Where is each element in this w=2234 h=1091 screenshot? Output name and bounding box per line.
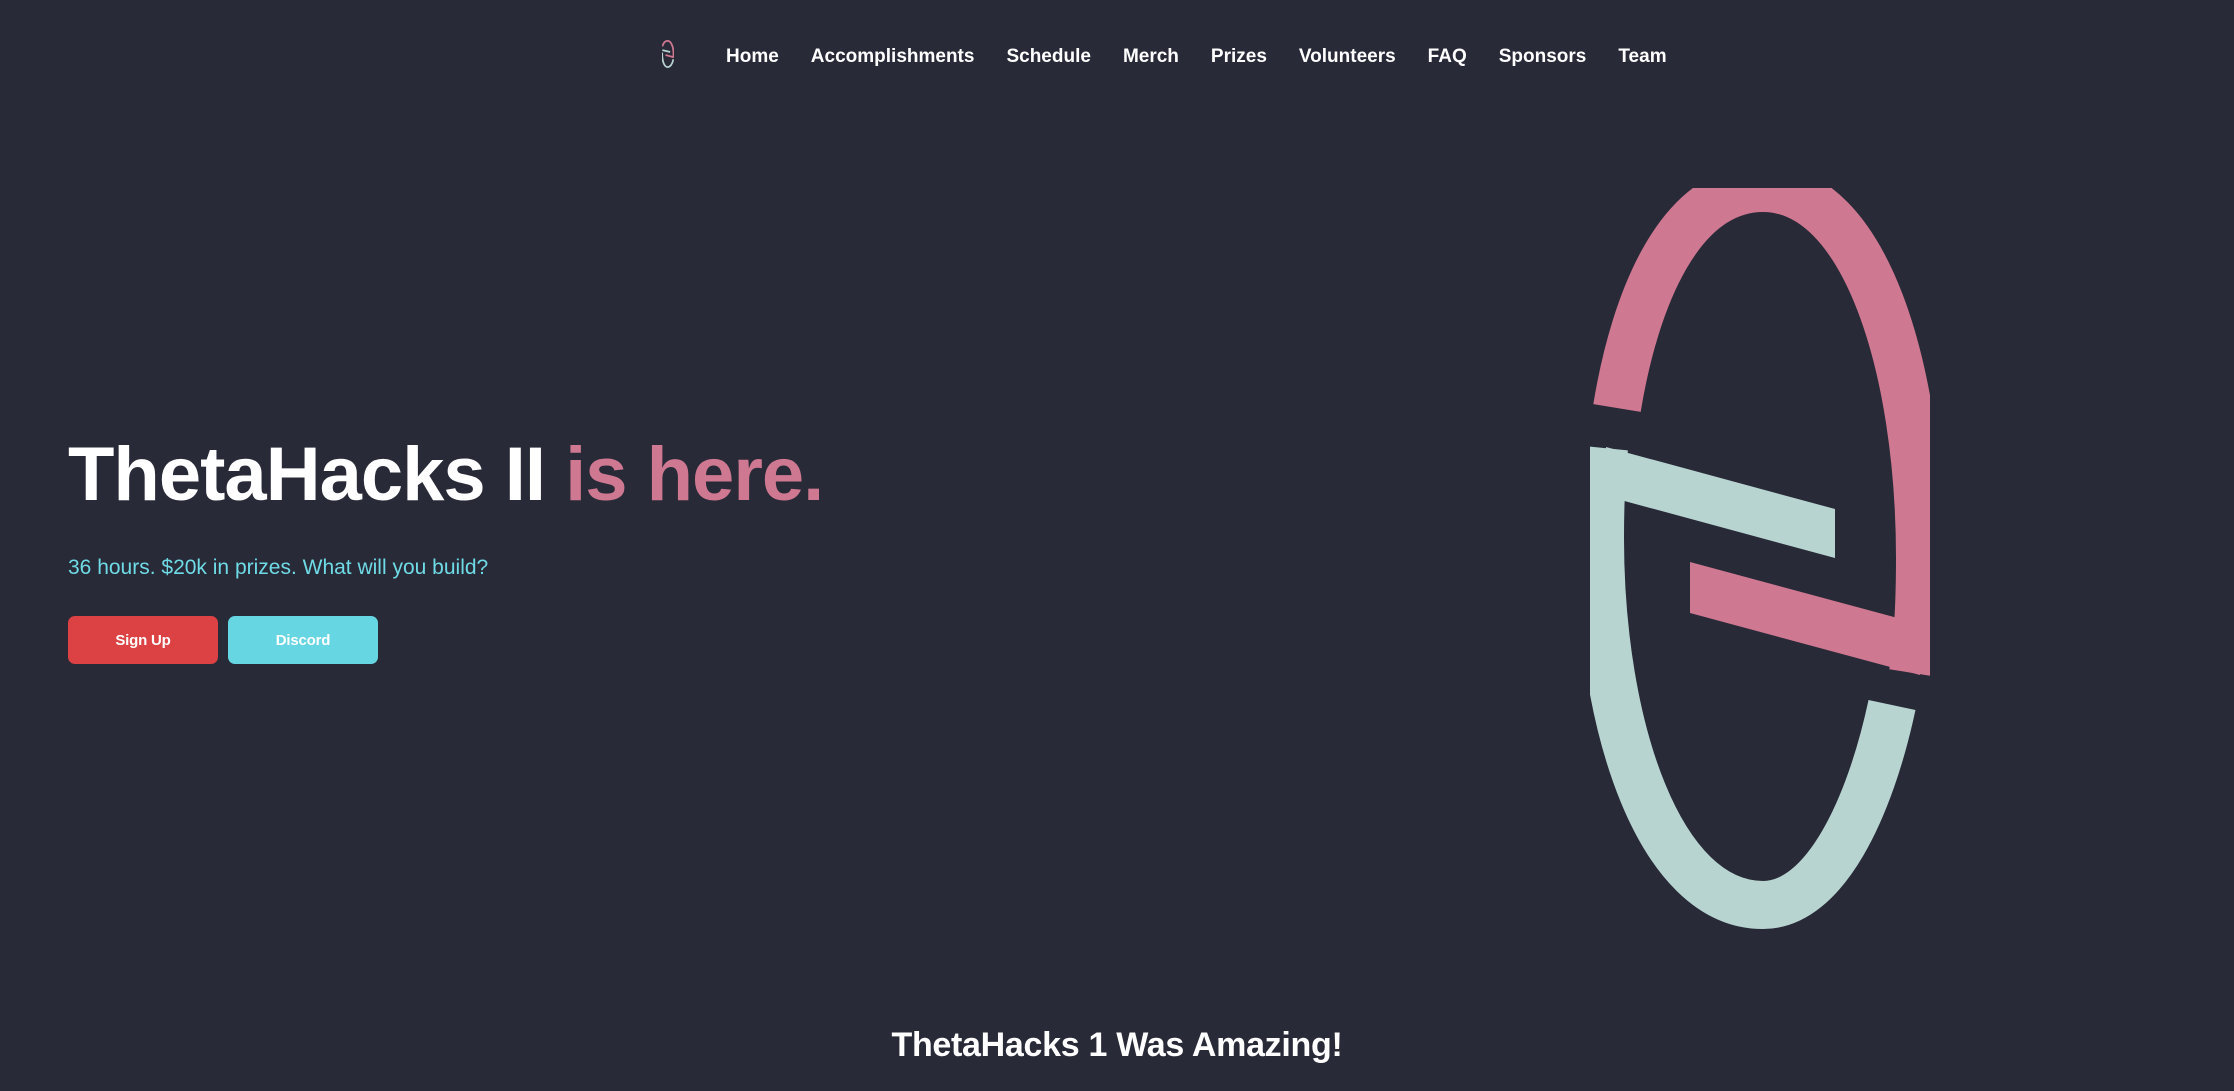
- hero-title-accent: is here.: [565, 432, 824, 517]
- page: Home Accomplishments Schedule Merch Priz…: [0, 0, 2234, 1091]
- nav-links: Home Accomplishments Schedule Merch Priz…: [726, 42, 1667, 72]
- nav-merch[interactable]: Merch: [1123, 46, 1179, 68]
- top-navigation: Home Accomplishments Schedule Merch Priz…: [0, 0, 2234, 112]
- hero-title-main: ThetaHacks II: [68, 432, 546, 517]
- signup-button[interactable]: Sign Up: [68, 616, 218, 664]
- nav-home[interactable]: Home: [726, 46, 779, 68]
- nav-prizes[interactable]: Prizes: [1211, 46, 1267, 68]
- nav-sponsors[interactable]: Sponsors: [1499, 46, 1587, 68]
- nav-schedule[interactable]: Schedule: [1006, 46, 1090, 68]
- thetahacks-logo-icon[interactable]: [662, 30, 674, 78]
- hero-title: ThetaHacks II is here.: [68, 430, 824, 520]
- hero-subtitle: 36 hours. $20k in prizes. What will you …: [68, 556, 489, 579]
- nav-volunteers[interactable]: Volunteers: [1299, 46, 1396, 68]
- nav-team[interactable]: Team: [1618, 46, 1666, 68]
- discord-button[interactable]: Discord: [228, 616, 378, 664]
- nav-faq[interactable]: FAQ: [1428, 46, 1467, 68]
- thetahacks-large-logo-icon: [1590, 188, 1930, 930]
- section-title: ThetaHacks 1 Was Amazing!: [891, 1026, 1343, 1064]
- nav-accomplishments[interactable]: Accomplishments: [811, 46, 975, 68]
